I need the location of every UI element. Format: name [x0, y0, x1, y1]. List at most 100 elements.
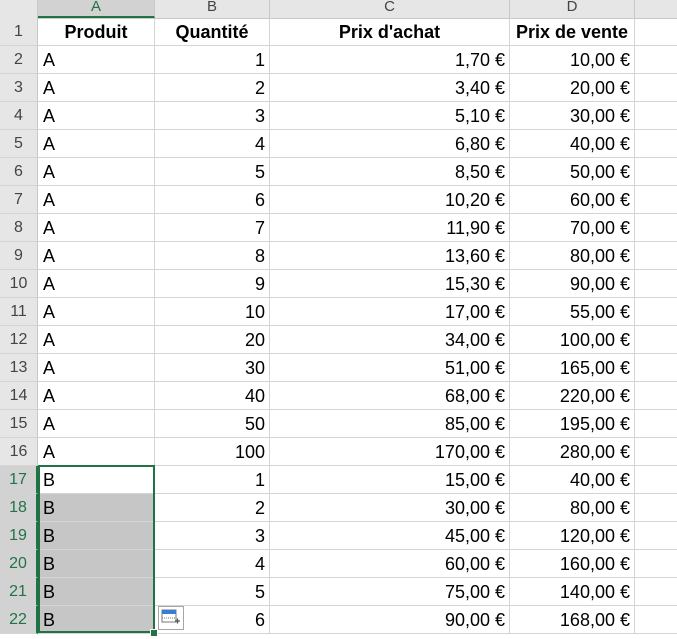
- cell-prix-vente[interactable]: 55,00 €: [510, 298, 635, 326]
- cell-produit[interactable]: A: [38, 130, 155, 158]
- empty-cell[interactable]: [635, 550, 677, 578]
- fill-handle[interactable]: [150, 629, 158, 637]
- cell-prix-achat[interactable]: 3,40 €: [270, 74, 510, 102]
- empty-cell[interactable]: [635, 102, 677, 130]
- cell-prix-achat[interactable]: 13,60 €: [270, 242, 510, 270]
- empty-cell[interactable]: [635, 382, 677, 410]
- cell-prix-vente[interactable]: 20,00 €: [510, 74, 635, 102]
- cell-quantite[interactable]: 7: [155, 214, 270, 242]
- header-cell-prix-achat[interactable]: Prix d'achat: [270, 18, 510, 46]
- row-header[interactable]: 14: [0, 382, 38, 410]
- cell-produit[interactable]: B: [38, 578, 155, 606]
- select-all-corner[interactable]: [0, 0, 38, 18]
- cell-produit[interactable]: A: [38, 102, 155, 130]
- cell-prix-vente[interactable]: 80,00 €: [510, 494, 635, 522]
- empty-cell[interactable]: [635, 326, 677, 354]
- empty-cell[interactable]: [635, 270, 677, 298]
- empty-cell[interactable]: [635, 214, 677, 242]
- empty-cell[interactable]: [635, 130, 677, 158]
- cell-prix-achat[interactable]: 11,90 €: [270, 214, 510, 242]
- column-header-b[interactable]: B: [155, 0, 270, 18]
- empty-cell[interactable]: [635, 158, 677, 186]
- cell-produit[interactable]: A: [38, 214, 155, 242]
- cell-prix-achat[interactable]: 170,00 €: [270, 438, 510, 466]
- cell-prix-achat[interactable]: 1,70 €: [270, 46, 510, 74]
- column-header-d[interactable]: D: [510, 0, 635, 18]
- empty-cell[interactable]: [635, 298, 677, 326]
- cell-prix-vente[interactable]: 50,00 €: [510, 158, 635, 186]
- cell-quantite[interactable]: 4: [155, 130, 270, 158]
- cell-prix-vente[interactable]: 168,00 €: [510, 606, 635, 634]
- header-cell-prix-vente[interactable]: Prix de vente: [510, 18, 635, 46]
- row-header[interactable]: 4: [0, 102, 38, 130]
- row-header[interactable]: 16: [0, 438, 38, 466]
- cell-prix-achat[interactable]: 90,00 €: [270, 606, 510, 634]
- cell-prix-vente[interactable]: 80,00 €: [510, 242, 635, 270]
- row-header[interactable]: 12: [0, 326, 38, 354]
- row-header[interactable]: 13: [0, 354, 38, 382]
- cell-quantite[interactable]: 5: [155, 578, 270, 606]
- row-header[interactable]: 21: [0, 578, 38, 606]
- row-header[interactable]: 18: [0, 494, 38, 522]
- cell-prix-vente[interactable]: 10,00 €: [510, 46, 635, 74]
- cell-prix-achat[interactable]: 6,80 €: [270, 130, 510, 158]
- empty-cell[interactable]: [635, 494, 677, 522]
- cell-produit[interactable]: A: [38, 354, 155, 382]
- empty-cell[interactable]: [635, 186, 677, 214]
- row-header[interactable]: 2: [0, 46, 38, 74]
- cell-produit[interactable]: B: [38, 550, 155, 578]
- cell-quantite[interactable]: 2: [155, 494, 270, 522]
- cell-quantite[interactable]: 1: [155, 46, 270, 74]
- cell-prix-vente[interactable]: 195,00 €: [510, 410, 635, 438]
- empty-cell[interactable]: [635, 354, 677, 382]
- empty-cell[interactable]: [635, 522, 677, 550]
- row-header[interactable]: 6: [0, 158, 38, 186]
- cell-prix-vente[interactable]: 60,00 €: [510, 186, 635, 214]
- cell-produit[interactable]: A: [38, 410, 155, 438]
- cell-quantite[interactable]: 9: [155, 270, 270, 298]
- cell-prix-vente[interactable]: 280,00 €: [510, 438, 635, 466]
- cell-prix-achat[interactable]: 17,00 €: [270, 298, 510, 326]
- cell-quantite[interactable]: 6: [155, 186, 270, 214]
- cell-quantite[interactable]: 2: [155, 74, 270, 102]
- cell-produit[interactable]: A: [38, 270, 155, 298]
- cell-prix-vente[interactable]: 165,00 €: [510, 354, 635, 382]
- row-header[interactable]: 19: [0, 522, 38, 550]
- cell-prix-vente[interactable]: 40,00 €: [510, 466, 635, 494]
- empty-cell[interactable]: [635, 410, 677, 438]
- empty-cell[interactable]: [635, 18, 677, 46]
- empty-cell[interactable]: [635, 606, 677, 634]
- row-header[interactable]: 9: [0, 242, 38, 270]
- cell-prix-vente[interactable]: 100,00 €: [510, 326, 635, 354]
- cell-prix-achat[interactable]: 8,50 €: [270, 158, 510, 186]
- cell-prix-vente[interactable]: 40,00 €: [510, 130, 635, 158]
- cell-quantite[interactable]: 5: [155, 158, 270, 186]
- empty-cell[interactable]: [635, 242, 677, 270]
- empty-cell[interactable]: [635, 46, 677, 74]
- cell-quantite[interactable]: 3: [155, 522, 270, 550]
- empty-cell[interactable]: [635, 74, 677, 102]
- cell-prix-vente[interactable]: 30,00 €: [510, 102, 635, 130]
- row-header[interactable]: 20: [0, 550, 38, 578]
- row-header[interactable]: 5: [0, 130, 38, 158]
- cell-produit[interactable]: B: [38, 522, 155, 550]
- cell-produit[interactable]: A: [38, 46, 155, 74]
- cell-prix-achat[interactable]: 45,00 €: [270, 522, 510, 550]
- cell-prix-achat[interactable]: 34,00 €: [270, 326, 510, 354]
- cell-quantite[interactable]: 3: [155, 102, 270, 130]
- cell-prix-vente[interactable]: 220,00 €: [510, 382, 635, 410]
- cell-quantite[interactable]: 4: [155, 550, 270, 578]
- cell-prix-achat[interactable]: 51,00 €: [270, 354, 510, 382]
- cell-produit[interactable]: A: [38, 326, 155, 354]
- row-header[interactable]: 11: [0, 298, 38, 326]
- row-header[interactable]: 1: [0, 18, 38, 46]
- cell-prix-vente[interactable]: 160,00 €: [510, 550, 635, 578]
- cell-quantite[interactable]: 20: [155, 326, 270, 354]
- cell-prix-achat[interactable]: 15,00 €: [270, 466, 510, 494]
- column-header-c[interactable]: C: [270, 0, 510, 18]
- cell-prix-vente[interactable]: 90,00 €: [510, 270, 635, 298]
- header-cell-produit[interactable]: Produit: [38, 18, 155, 46]
- cell-produit[interactable]: A: [38, 298, 155, 326]
- cell-prix-achat[interactable]: 10,20 €: [270, 186, 510, 214]
- cell-produit[interactable]: A: [38, 242, 155, 270]
